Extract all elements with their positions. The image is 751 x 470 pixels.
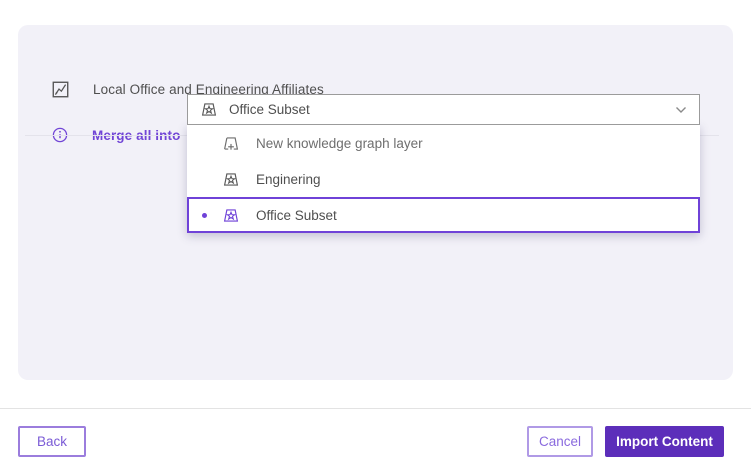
chevron-down-icon xyxy=(675,106,687,114)
dropdown-option-label: Office Subset xyxy=(256,208,337,223)
knowledge-graph-layer-icon xyxy=(222,207,240,224)
knowledge-graph-layer-icon xyxy=(200,101,218,118)
selection-bullet-slot xyxy=(187,213,222,218)
target-layer-select-value: Office Subset xyxy=(229,102,664,117)
import-content-button[interactable]: Import Content xyxy=(605,426,724,457)
target-layer-dropdown-menu: New knowledge graph layer Enginering Off… xyxy=(187,125,700,233)
layer-sketch-icon xyxy=(52,81,69,98)
dropdown-option-enginering[interactable]: Enginering xyxy=(187,161,700,197)
back-button[interactable]: Back xyxy=(18,426,86,457)
cancel-button[interactable]: Cancel xyxy=(527,426,593,457)
target-layer-select[interactable]: Office Subset xyxy=(187,94,700,125)
dropdown-option-label: New knowledge graph layer xyxy=(256,136,423,151)
dropdown-option-office-subset[interactable]: Office Subset xyxy=(187,197,700,233)
footer-divider xyxy=(0,408,751,409)
new-knowledge-graph-layer-icon xyxy=(222,135,240,152)
dropdown-option-new-knowledge-graph-layer[interactable]: New knowledge graph layer xyxy=(187,125,700,161)
dropdown-option-label: Enginering xyxy=(256,172,321,187)
selected-bullet-icon xyxy=(202,213,207,218)
knowledge-graph-layer-icon xyxy=(222,171,240,188)
